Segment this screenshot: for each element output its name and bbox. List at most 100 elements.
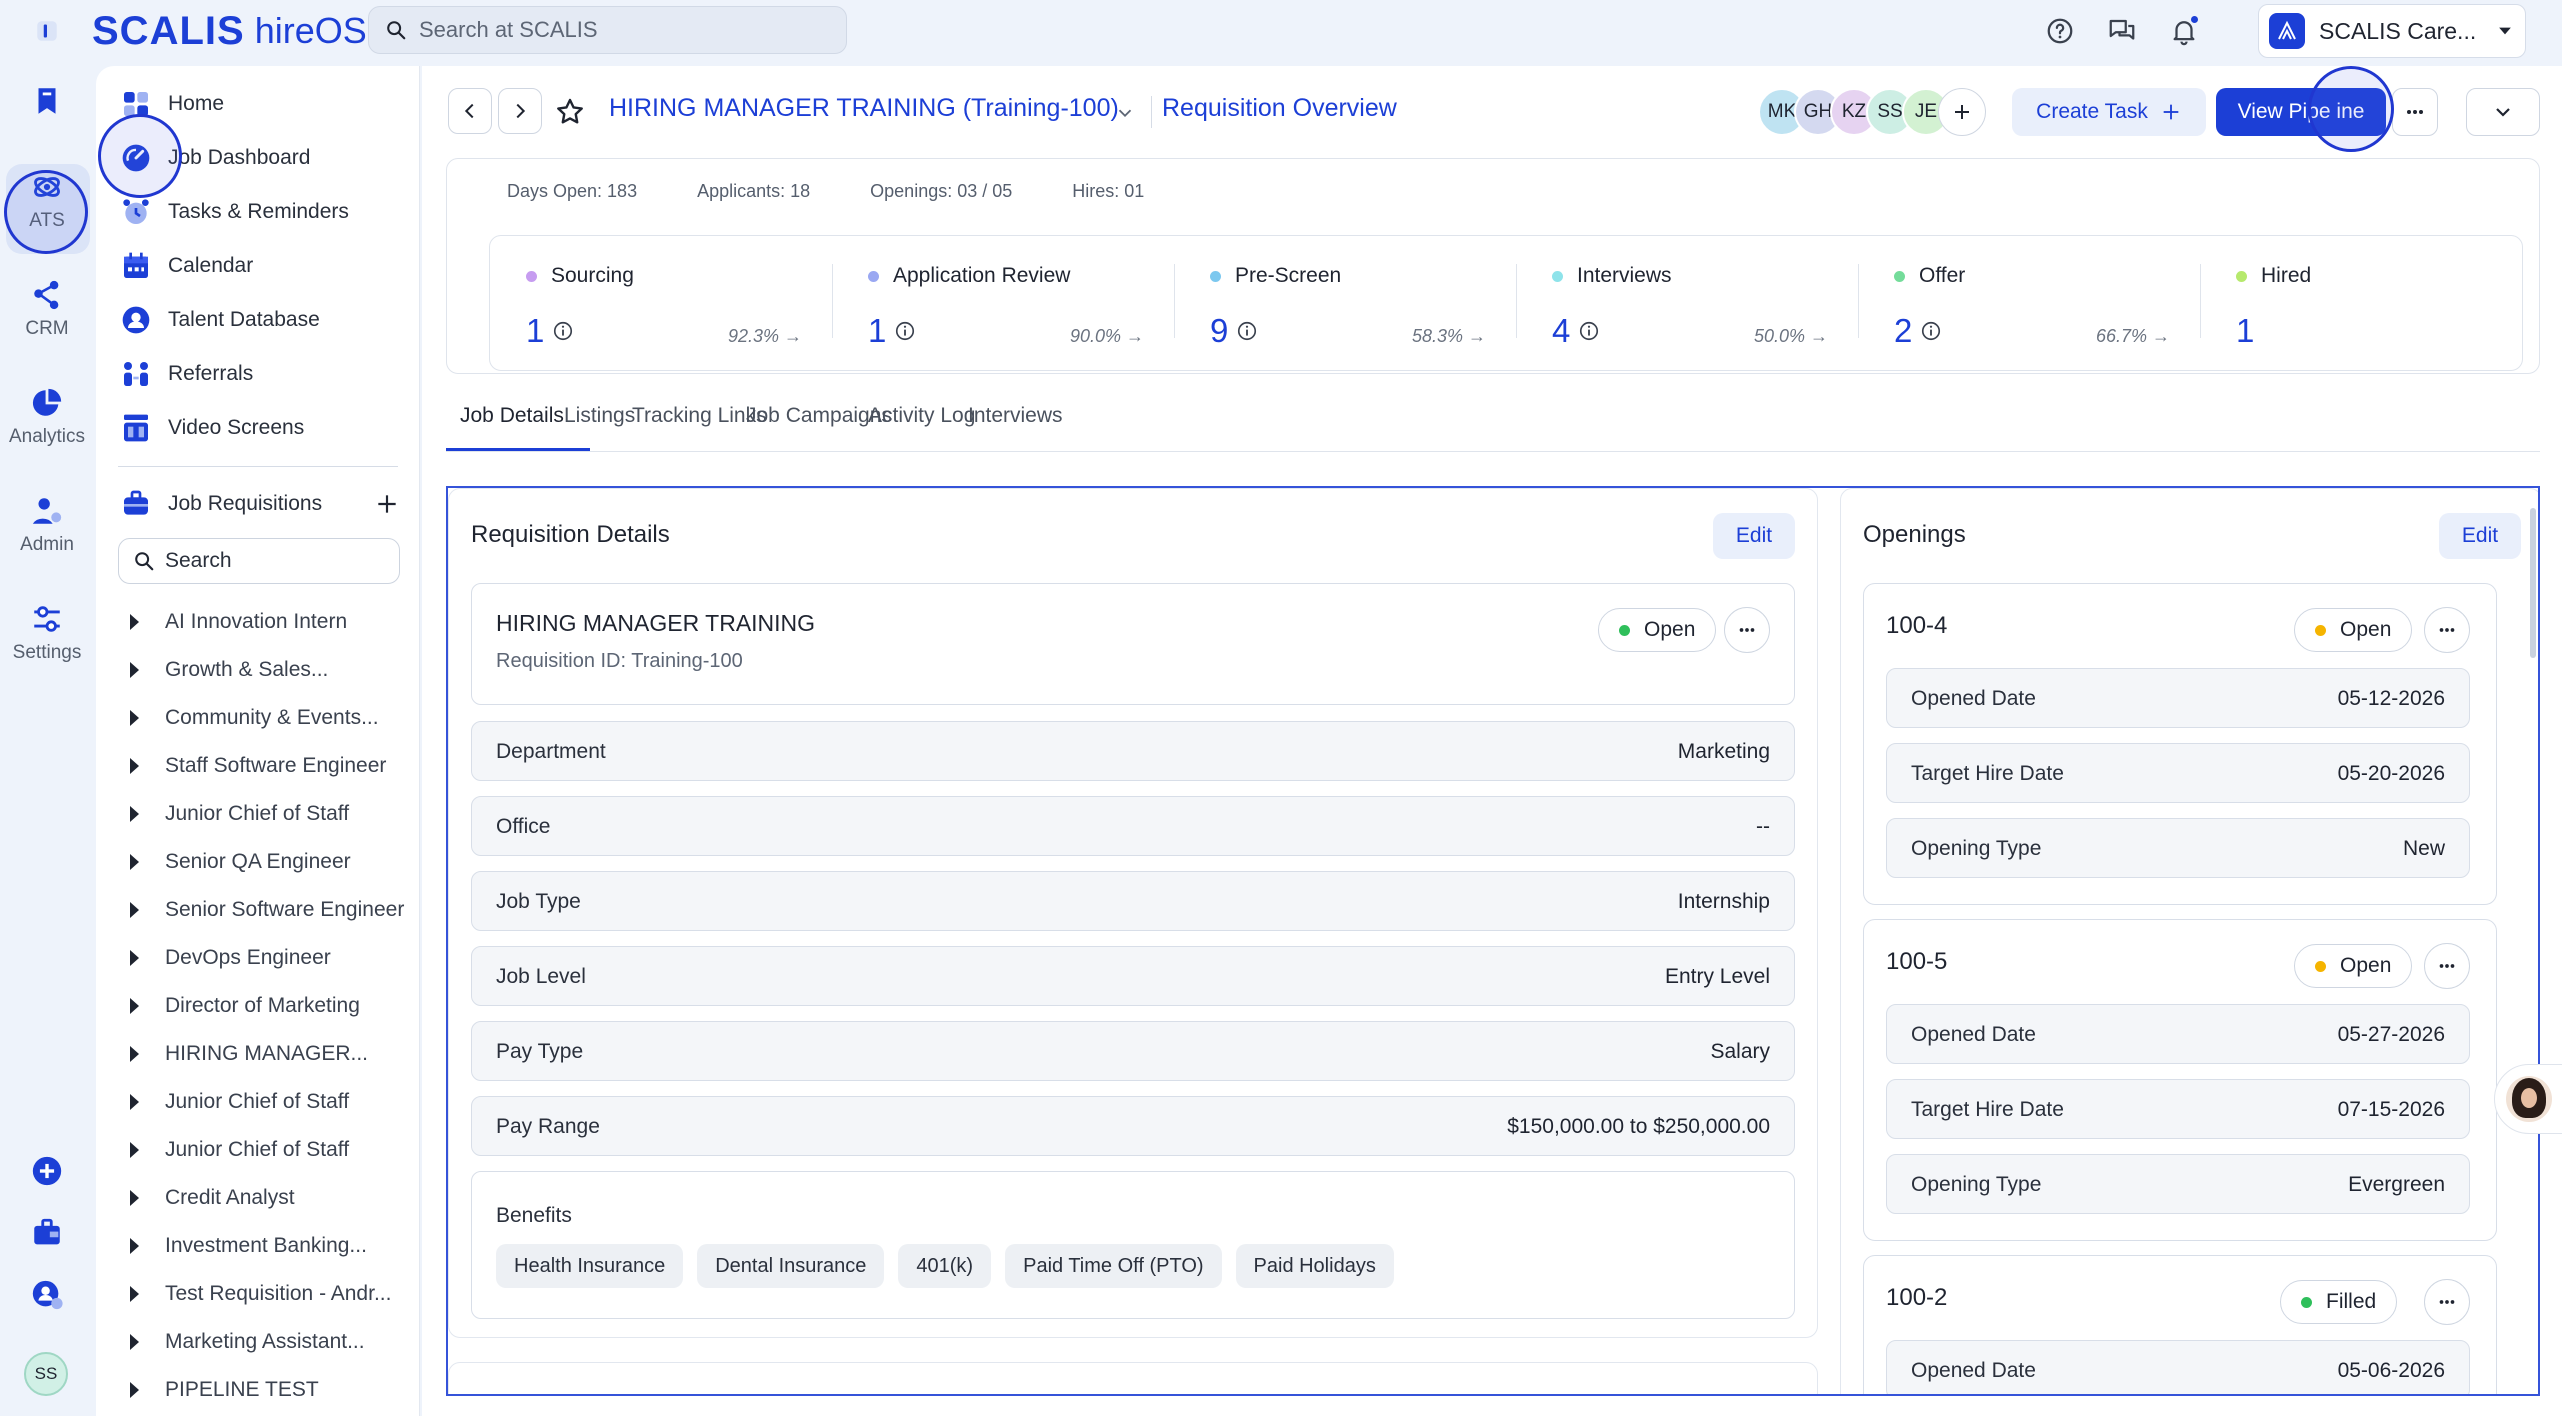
more-actions-button[interactable] [2392,88,2438,136]
sidebar-item-calendar[interactable]: Calendar [120,246,253,286]
rail-item-bookmarks[interactable] [0,84,94,118]
requisition-item[interactable]: Staff Software Engineer [118,742,408,790]
requisition-item[interactable]: Junior Chief of Staff [118,790,408,838]
opening-more-button[interactable] [2424,607,2470,653]
field-value: 05-12-2026 [2337,687,2445,710]
add-requisition-icon[interactable] [374,491,400,517]
sidebar-item-referrals[interactable]: Referrals [120,354,253,394]
rail-add-user-button[interactable] [0,1278,94,1312]
funnel-stage[interactable]: Offer 2 66.7% → [1858,236,2200,370]
info-icon[interactable] [552,320,574,342]
funnel-stage[interactable]: Sourcing 1 92.3% → [490,236,832,370]
edit-requisition-button[interactable]: Edit [1713,513,1795,559]
caret-right-icon [130,902,139,918]
sidebar-item-tasks[interactable]: Tasks & Reminders [120,192,349,232]
rail-item-admin[interactable]: Admin [0,494,94,556]
tab-activity-log[interactable]: Activity Log [868,396,975,452]
requisition-item[interactable]: Community & Events... [118,694,408,742]
help-icon[interactable] [2041,12,2079,50]
job-requisitions-header[interactable]: Job Requisitions [120,484,400,524]
requisition-status-badge[interactable]: Open [1598,608,1717,652]
requisition-item[interactable]: Junior Chief of Staff [118,1126,408,1174]
requisition-item[interactable]: AI Innovation Intern [118,598,408,646]
job-requisitions-label: Job Requisitions [168,492,323,515]
organization-switcher[interactable]: SCALIS Care... [2258,4,2526,58]
tab-interviews[interactable]: Interviews [968,396,1063,452]
rail-item-analytics[interactable]: Analytics [0,386,94,448]
assistant-avatar-button[interactable] [2494,1064,2562,1134]
requisition-item[interactable]: Junior Chief of Staff [118,1078,408,1126]
caret-right-icon [130,998,139,1014]
requisition-item[interactable]: Marketing Assistant... [118,1318,408,1366]
stage-dot [1894,270,1905,282]
notifications-icon[interactable] [2165,12,2203,50]
opening-status-badge[interactable]: Open [2294,608,2413,652]
rail-item-crm[interactable]: CRM [0,278,94,340]
requisition-item[interactable]: PIPELINE TEST [118,1366,408,1414]
requisition-search-input[interactable] [165,549,395,573]
view-pipeline-button[interactable]: View Pipe ine [2216,88,2386,136]
requisition-title[interactable]: HIRING MANAGER TRAINING (Training-100) [609,94,1119,123]
info-icon[interactable] [894,320,916,342]
app-logo[interactable]: SCALIS hireOS [92,8,367,54]
stage-name: Application Review [868,264,1070,288]
user-avatar[interactable]: SS [24,1352,68,1396]
requisition-more-button[interactable] [1724,607,1770,653]
star-icon[interactable] [554,96,586,128]
opening-card: 100-5 Open Opened Date 05-27-2026 Target … [1863,919,2497,1241]
requisition-item[interactable]: Director of Marketing [118,982,408,1030]
info-icon[interactable] [1578,320,1600,342]
global-search[interactable] [368,6,847,54]
sidebar-toggle-icon[interactable] [32,16,62,46]
openings-scrollbar[interactable] [2530,508,2536,658]
funnel-stage[interactable]: Interviews 4 50.0% → [1516,236,1858,370]
requisition-item[interactable]: DevOps Engineer [118,934,408,982]
opening-more-button[interactable] [2424,943,2470,989]
info-icon[interactable] [1920,320,1942,342]
sidebar-item-home[interactable]: Home [120,84,224,124]
sidebar-item-job-dashboard[interactable]: Job Dashboard [120,138,310,178]
opening-status-badge[interactable]: Open [2294,944,2413,988]
back-button[interactable] [448,88,492,134]
rail-jobs-button[interactable] [0,1216,94,1250]
requisition-item[interactable]: Senior QA Engineer [118,838,408,886]
notification-badge [2189,14,2200,25]
requisition-item-label: Director of Marketing [165,994,360,1017]
tab-listings[interactable]: Listings [564,396,635,452]
requisition-item-label: HIRING MANAGER... [165,1042,369,1065]
main-content: HIRING MANAGER TRAINING (Training-100) R… [422,66,2562,1416]
create-task-button[interactable]: Create Task [2012,88,2206,136]
edit-openings-button[interactable]: Edit [2439,513,2521,559]
requisition-item[interactable]: Senior Software Engineer [118,886,408,934]
requisition-item[interactable]: HIRING MANAGER... [118,1030,408,1078]
requisition-item-label: DevOps Engineer [165,946,331,969]
sidebar-item-talent-database[interactable]: Talent Database [120,300,320,340]
funnel-stage[interactable]: Pre-Screen 9 58.3% → [1174,236,1516,370]
rail-item-ats[interactable]: ATS [0,170,94,232]
requisition-item[interactable]: Growth & Sales... [118,646,408,694]
opening-more-button[interactable] [2424,1279,2470,1325]
requisition-item[interactable]: Credit Analyst [118,1174,408,1222]
requisition-overview-link[interactable]: Requisition Overview [1162,94,1397,123]
sidebar-item-video-screens[interactable]: Video Screens [120,408,304,448]
tab-job-details[interactable]: Job Details [460,396,564,452]
rail-add-button[interactable] [0,1154,94,1188]
briefcase-icon [34,1218,60,1245]
add-team-member-button[interactable] [1938,88,1986,136]
info-icon[interactable] [1236,320,1258,342]
requisition-item[interactable]: Investment Banking... [118,1222,408,1270]
global-search-input[interactable] [419,17,819,43]
funnel-stage[interactable]: Hired 1 [2200,236,2542,370]
expand-header-button[interactable] [2466,88,2540,136]
rail-item-settings[interactable]: Settings [0,602,94,664]
opening-status-badge[interactable]: Filled [2280,1280,2398,1324]
requisition-item[interactable]: Test Requisition - Andr... [118,1270,408,1318]
requisition-search[interactable] [118,538,400,584]
caret-right-icon [130,710,139,726]
funnel-stage[interactable]: Application Review 1 90.0% → [832,236,1174,370]
stage-dot [2236,270,2247,282]
forward-button[interactable] [498,88,542,134]
chat-icon[interactable] [2103,12,2141,50]
rail-label: CRM [25,318,69,339]
chevron-down-icon[interactable] [1114,102,1136,124]
